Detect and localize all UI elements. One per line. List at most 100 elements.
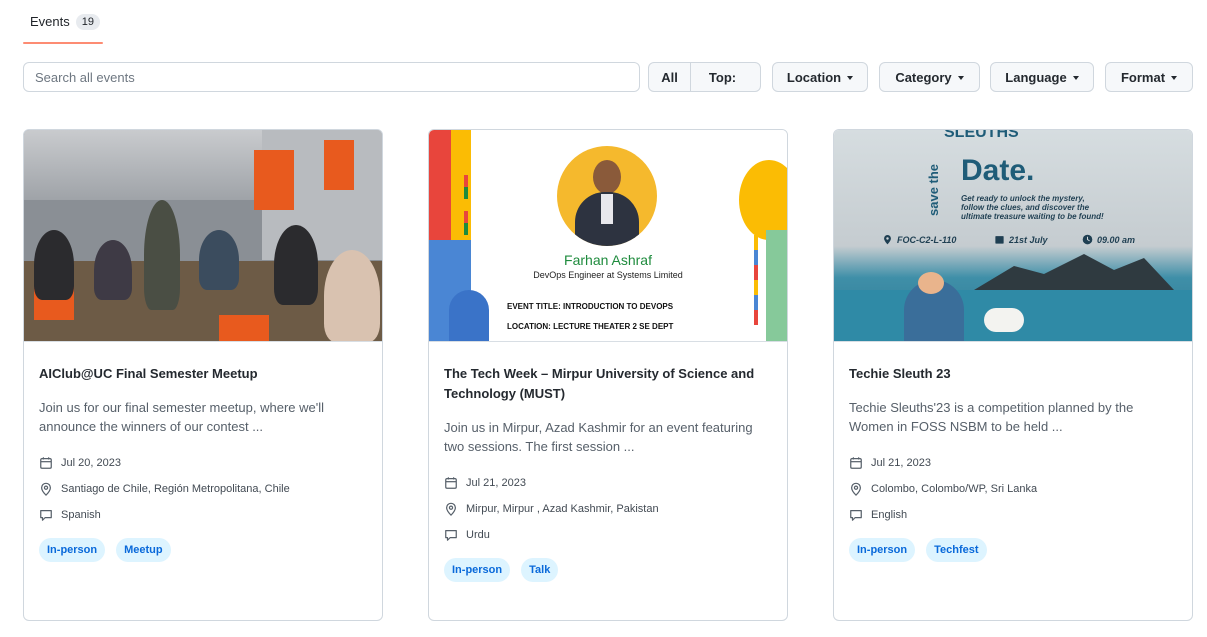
event-title[interactable]: Techie Sleuth 23 (849, 364, 1177, 384)
event-location-row: Santiago de Chile, Región Metropolitana,… (39, 476, 367, 502)
image-person (274, 225, 318, 305)
event-title[interactable]: AIClub@UC Final Semester Meetup (39, 364, 367, 384)
filter-all-button[interactable]: All (649, 63, 691, 91)
poster-speaker-role: DevOps Engineer at Systems Limited (533, 270, 683, 280)
poster-rocks (974, 254, 1174, 290)
poster-save-text: save the (926, 163, 941, 216)
location-pin-icon (851, 482, 861, 496)
event-location: Colombo, Colombo/WP, Sri Lanka (871, 483, 1038, 495)
poster-date-word: Date. (961, 154, 1035, 187)
chevron-down-icon (1171, 75, 1178, 80)
poster-stripe (429, 130, 451, 240)
event-date-row: Jul 20, 2023 (39, 450, 367, 476)
poster-venue-text: FOC-C2-L-110 (897, 234, 957, 245)
comment-icon (445, 530, 457, 541)
event-location: Mirpur, Mirpur , Azad Kashmir, Pakistan (466, 503, 659, 515)
event-meta: Jul 21, 2023 Colombo, Colombo/WP, Sri La… (849, 450, 1177, 528)
event-card-techie-sleuth[interactable]: SLEUTHS save the Date. Get ready to unlo… (833, 129, 1193, 621)
poster-shape (449, 290, 489, 341)
event-language: English (871, 509, 908, 521)
poster-day: 21st July (994, 234, 1048, 245)
filter-top-button[interactable]: Top: (691, 63, 760, 91)
tab-bar: Events 19 (23, 10, 107, 44)
event-date-row: Jul 21, 2023 (849, 450, 1177, 476)
event-card-tech-week[interactable]: Farhan Ashraf DevOps Engineer at Systems… (428, 129, 788, 621)
poster-time-text: 09.00 am (1097, 234, 1136, 245)
event-tags: In-person Techfest (849, 538, 1177, 562)
location-pin-icon (884, 235, 891, 245)
speaker-avatar (557, 146, 657, 246)
poster-day-text: 21st July (1009, 234, 1048, 245)
filter-location-button[interactable]: Location (772, 62, 868, 92)
event-description: Techie Sleuths'23 is a competition plann… (849, 400, 1134, 434)
tag-in-person[interactable]: In-person (849, 538, 916, 562)
tag-meetup[interactable]: Meetup (116, 538, 171, 562)
event-image[interactable] (24, 130, 382, 342)
image-orange-panel (324, 140, 354, 190)
filter-format-button[interactable]: Format (1105, 62, 1193, 92)
event-date: Jul 20, 2023 (61, 457, 121, 469)
image-person (94, 240, 132, 300)
event-date-row: Jul 21, 2023 (444, 470, 772, 496)
filter-category-button[interactable]: Category (879, 62, 980, 92)
poster-subtitle: Get ready to unlock the mystery, follow … (961, 194, 1104, 221)
event-location-row: Colombo, Colombo/WP, Sri Lanka (849, 476, 1177, 502)
tag-techfest[interactable]: Techfest (926, 538, 987, 562)
event-location-row: Mirpur, Mirpur , Azad Kashmir, Pakistan (444, 496, 772, 522)
poster-dashes (754, 235, 758, 325)
comment-icon (850, 510, 862, 521)
filter-format-label: Format (1120, 69, 1166, 85)
poster-venue: FOC-C2-L-110 (882, 234, 956, 245)
image-orange-chair (219, 315, 269, 341)
poster-location-line: LOCATION: LECTURE THEATER 2 SE DEPT (507, 322, 674, 331)
event-image[interactable]: Farhan Ashraf DevOps Engineer at Systems… (429, 130, 787, 342)
event-date: Jul 21, 2023 (466, 477, 526, 489)
poster-subtitle-line: follow the clues, and discover the (961, 203, 1090, 212)
clock-icon (1082, 234, 1093, 245)
poster-event-line: EVENT TITLE: INTRODUCTION TO DEVOPS (507, 302, 674, 311)
poster-top-text: SLEUTHS (944, 130, 1019, 141)
poster-dashes (464, 175, 468, 235)
poster-subtitle-line: Get ready to unlock the mystery, (961, 194, 1085, 203)
filter-all-label: All (661, 69, 678, 85)
calendar-icon (995, 236, 1004, 244)
filter-top-label: Top: (708, 69, 737, 85)
calendar-icon (850, 457, 862, 469)
chevron-down-icon (1072, 75, 1079, 80)
image-person (144, 200, 180, 310)
chevron-down-icon (847, 75, 854, 80)
tab-events[interactable]: Events 19 (23, 10, 107, 33)
event-date: Jul 21, 2023 (871, 457, 931, 469)
event-location: Santiago de Chile, Región Metropolitana,… (61, 483, 290, 495)
tag-in-person[interactable]: In-person (444, 558, 511, 582)
calendar-icon (40, 457, 52, 469)
event-card-aiclub[interactable]: AIClub@UC Final Semester Meetup Join us … (23, 129, 383, 621)
event-meta: Jul 21, 2023 Mirpur, Mirpur , Azad Kashm… (444, 470, 772, 548)
filter-language-button[interactable]: Language (990, 62, 1094, 92)
filter-location-label: Location (786, 69, 842, 85)
image-orange-panel (254, 150, 294, 210)
poster-figure-head (918, 272, 944, 294)
calendar-icon (445, 477, 457, 489)
sort-segmented-control: All Top: (648, 62, 761, 92)
tag-in-person[interactable]: In-person (39, 538, 106, 562)
tab-events-label: Events (30, 14, 70, 29)
event-title[interactable]: The Tech Week – Mirpur University of Sci… (444, 364, 772, 404)
chevron-down-icon (957, 75, 964, 80)
image-person (34, 230, 74, 300)
poster-stripe (766, 230, 787, 341)
event-language-row: Urdu (444, 522, 772, 548)
tag-talk[interactable]: Talk (521, 558, 559, 582)
search-input[interactable] (23, 62, 640, 92)
image-person (324, 250, 380, 341)
filter-category-label: Category (895, 69, 952, 85)
event-image[interactable]: SLEUTHS save the Date. Get ready to unlo… (834, 130, 1192, 342)
event-meta: Jul 20, 2023 Santiago de Chile, Región M… (39, 450, 367, 528)
event-description: Join us for our final semester meetup, w… (39, 400, 324, 434)
event-description: Join us in Mirpur, Azad Kashmir for an e… (444, 420, 753, 454)
event-language-row: Spanish (39, 502, 367, 528)
tab-events-count: 19 (75, 13, 100, 30)
location-pin-icon (41, 482, 51, 496)
event-language-row: English (849, 502, 1177, 528)
filter-language-label: Language (1005, 69, 1067, 85)
